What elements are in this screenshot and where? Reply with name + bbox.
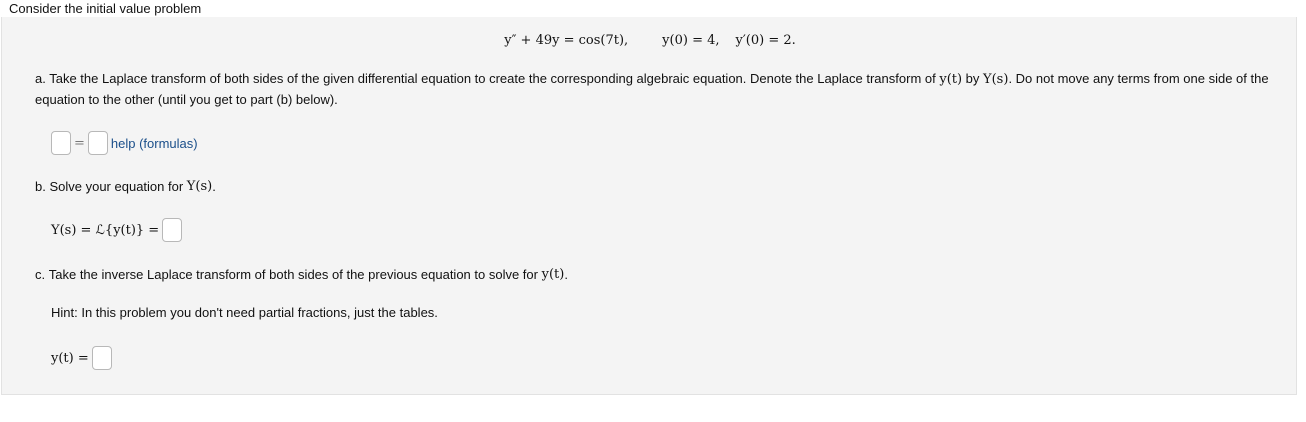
part-a-text-1: Take the Laplace transform of both sides… [49, 71, 940, 86]
part-b-marker: b. [35, 179, 46, 194]
part-c-instructions: c. Take the inverse Laplace transform of… [35, 265, 1285, 285]
part-a-instructions: a. Take the Laplace transform of both si… [35, 69, 1285, 110]
part-a-by: by [962, 71, 984, 86]
part-b-Ys: Y(s) [186, 179, 213, 194]
part-b-answer-row: Y(s) = ℒ{y(t)} = [51, 218, 183, 242]
part-c-yt: y(t) [541, 267, 565, 282]
part-c-marker: c. [35, 267, 46, 282]
Ys-symbol: Y(s) [983, 72, 1009, 87]
part-b-text: Solve your equation for [49, 179, 184, 194]
part-b-period: . [212, 179, 216, 194]
part-c-period: . [564, 267, 568, 282]
part-c-text: Take the inverse Laplace transform of bo… [48, 267, 538, 282]
help-formulas-link[interactable]: help (formulas) [111, 136, 198, 151]
initial-condition-2: y′(0) = 2. [735, 33, 796, 48]
part-a-marker: a. [35, 71, 46, 86]
intro-text: Consider the initial value problem [9, 1, 202, 16]
part-c-hint: Hint: In this problem you don't need par… [51, 305, 438, 320]
part-c-input[interactable] [91, 346, 112, 370]
ivp-equation: y″ + 49y = cos(7t), y(0) = 4, y′(0) = 2. [2, 33, 1298, 48]
ode: y″ + 49y = cos(7t), [504, 33, 629, 48]
equals-sign: = [74, 135, 85, 151]
part-b-instructions: b. Solve your equation for Y(s). [35, 177, 1285, 197]
part-a-rhs-input[interactable] [87, 131, 108, 155]
part-c-answer-label: y(t) = [51, 350, 89, 366]
part-a-lhs-input[interactable] [51, 131, 71, 155]
problem-panel: y″ + 49y = cos(7t), y(0) = 4, y′(0) = 2. a… [1, 17, 1297, 395]
part-a-answer-row: = help (formulas) [51, 131, 198, 155]
part-c-answer-row: y(t) = [51, 346, 112, 370]
part-b-answer-label: Y(s) = ℒ{y(t)} = [51, 222, 160, 238]
yt-symbol: y(t) [939, 72, 963, 87]
part-b-input[interactable] [162, 218, 183, 242]
initial-condition-1: y(0) = 4, [662, 33, 720, 48]
